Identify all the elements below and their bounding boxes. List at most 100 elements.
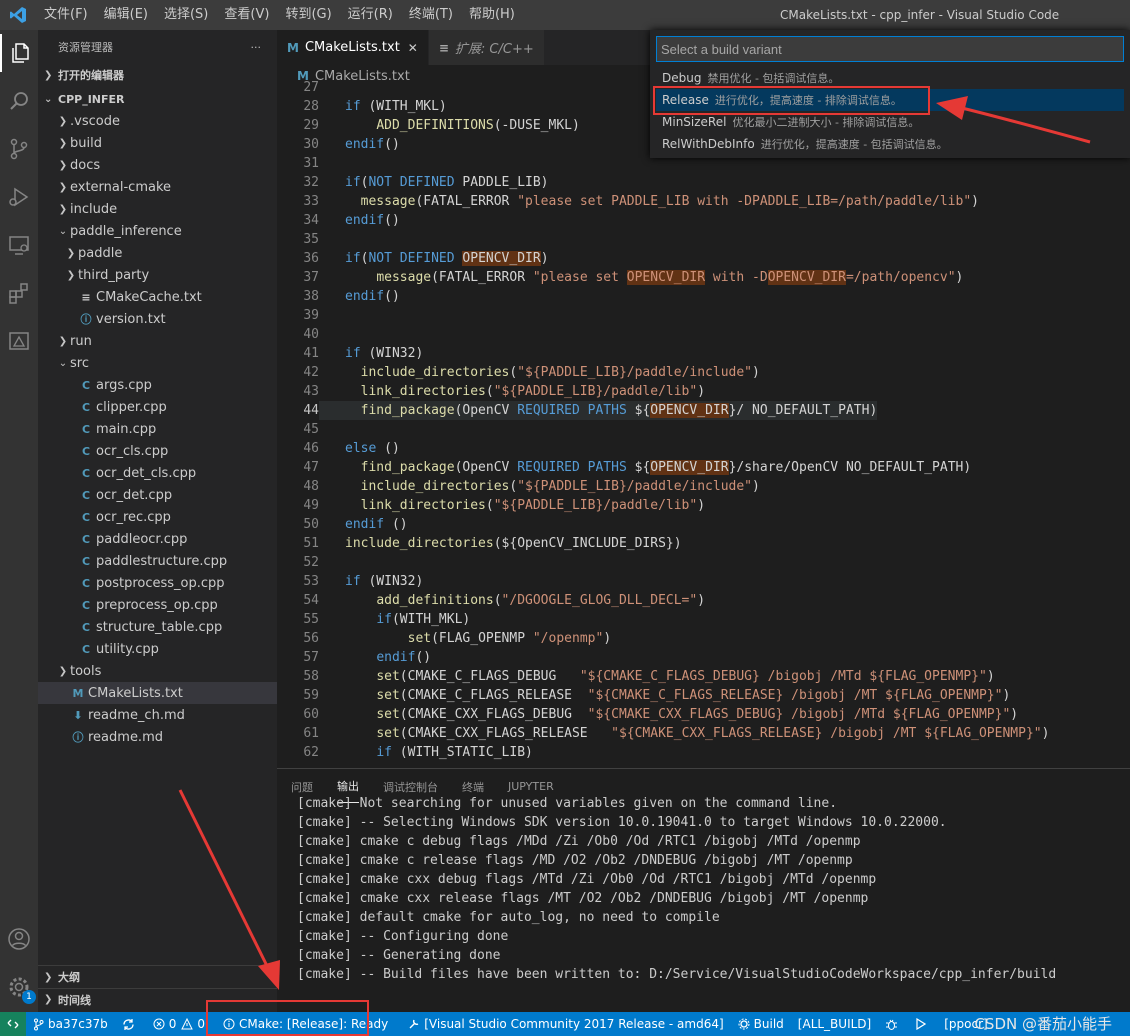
open-editors-section[interactable]: ❯ 打开的编辑器: [38, 64, 277, 86]
code-line[interactable]: 60 set(CMAKE_CXX_FLAGS_DEBUG "${CMAKE_CX…: [277, 705, 1130, 724]
tree-item[interactable]: Cpostprocess_op.cpp: [38, 572, 277, 594]
tree-item[interactable]: ⓘ readme.md: [38, 726, 277, 748]
menu-item[interactable]: 文件(F): [36, 0, 96, 30]
accounts-icon[interactable]: [0, 920, 38, 958]
code-line[interactable]: 46 else (): [277, 439, 1130, 458]
cmake-icon[interactable]: [0, 322, 38, 360]
tree-item[interactable]: ❯ tools: [38, 660, 277, 682]
problems-item[interactable]: 0 0: [146, 1017, 212, 1031]
menu-item[interactable]: 终端(T): [401, 0, 461, 30]
manage-gear-icon[interactable]: 1: [0, 968, 38, 1006]
tree-item[interactable]: Cpaddlestructure.cpp: [38, 550, 277, 572]
tree-item[interactable]: Cargs.cpp: [38, 374, 277, 396]
sync-icon[interactable]: [115, 1018, 146, 1031]
tree-item[interactable]: M CMakeLists.txt: [38, 682, 277, 704]
tree-item[interactable]: ❯ paddle: [38, 242, 277, 264]
menu-item[interactable]: 查看(V): [216, 0, 277, 30]
code-line[interactable]: 44 find_package(OpenCV REQUIRED PATHS ${…: [277, 401, 1130, 420]
search-icon[interactable]: [0, 82, 38, 120]
tree-item[interactable]: Cutility.cpp: [38, 638, 277, 660]
tree-item[interactable]: ❯ docs: [38, 154, 277, 176]
build-variant-option[interactable]: RelWithDebInfo 进行优化，提高速度 - 包括调试信息。: [656, 133, 1124, 155]
code-line[interactable]: 43 link_directories("${PADDLE_LIB}/paddl…: [277, 382, 1130, 401]
tree-item[interactable]: ⌄ src: [38, 352, 277, 374]
tree-item[interactable]: Cocr_det_cls.cpp: [38, 462, 277, 484]
code-line[interactable]: 39: [277, 306, 1130, 325]
code-line[interactable]: 36 if(NOT DEFINED OPENCV_DIR): [277, 249, 1130, 268]
cmake-kit-item[interactable]: [Visual Studio Community 2017 Release - …: [401, 1017, 730, 1031]
menu-item[interactable]: 帮助(H): [461, 0, 523, 30]
build-item[interactable]: Build: [731, 1017, 791, 1031]
code-line[interactable]: 54 add_definitions("/DGOOGLE_GLOG_DLL_DE…: [277, 591, 1130, 610]
code-line[interactable]: 41 if (WIN32): [277, 344, 1130, 363]
code-line[interactable]: 32 if(NOT DEFINED PADDLE_LIB): [277, 173, 1130, 192]
tab-cpp-extension[interactable]: ≡ 扩展: C/C++: [428, 30, 545, 65]
code-line[interactable]: 49 link_directories("${PADDLE_LIB}/paddl…: [277, 496, 1130, 515]
code-line[interactable]: 45: [277, 420, 1130, 439]
tree-item[interactable]: ⓘ version.txt: [38, 308, 277, 330]
tree-item[interactable]: ❯ build: [38, 132, 277, 154]
tree-item[interactable]: Cocr_cls.cpp: [38, 440, 277, 462]
output-line: [cmake] cmake c release flags /MD /O2 /O…: [297, 853, 853, 868]
code-line[interactable]: 48 include_directories("${PADDLE_LIB}/pa…: [277, 477, 1130, 496]
remote-indicator-icon[interactable]: [0, 1012, 26, 1036]
workspace-section[interactable]: ⌄ CPP_INFER: [38, 88, 277, 110]
code-line[interactable]: 57 endif(): [277, 648, 1130, 667]
menu-item[interactable]: 编辑(E): [96, 0, 156, 30]
code-line[interactable]: 33 message(FATAL_ERROR "please set PADDL…: [277, 192, 1130, 211]
tree-item[interactable]: ❯ include: [38, 198, 277, 220]
code-line[interactable]: 59 set(CMAKE_C_FLAGS_RELEASE "${CMAKE_C_…: [277, 686, 1130, 705]
code-line[interactable]: 37 message(FATAL_ERROR "please set OPENC…: [277, 268, 1130, 287]
code-line[interactable]: 35: [277, 230, 1130, 249]
code-line[interactable]: 55 if(WITH_MKL): [277, 610, 1130, 629]
remote-explorer-icon[interactable]: [0, 226, 38, 264]
close-icon[interactable]: ✕: [408, 41, 418, 55]
code-line[interactable]: 50 endif (): [277, 515, 1130, 534]
menu-item[interactable]: 运行(R): [340, 0, 401, 30]
tree-item[interactable]: ≡ CMakeCache.txt: [38, 286, 277, 308]
code-line[interactable]: 34 endif(): [277, 211, 1130, 230]
code-line[interactable]: 47 find_package(OpenCV REQUIRED PATHS ${…: [277, 458, 1130, 477]
tree-item[interactable]: Cocr_rec.cpp: [38, 506, 277, 528]
branch-item[interactable]: ba37c37b: [26, 1017, 115, 1031]
debug-bug-icon[interactable]: [878, 1018, 909, 1031]
output-log[interactable]: [cmake] Not searching for unused variabl…: [277, 794, 1130, 984]
tree-item[interactable]: Cpaddleocr.cpp: [38, 528, 277, 550]
tree-item[interactable]: Cocr_det.cpp: [38, 484, 277, 506]
code-line[interactable]: 61 set(CMAKE_CXX_FLAGS_RELEASE "${CMAKE_…: [277, 724, 1130, 743]
code-line[interactable]: 38 endif(): [277, 287, 1130, 306]
tree-item[interactable]: Cpreprocess_op.cpp: [38, 594, 277, 616]
tree-item[interactable]: ❯ run: [38, 330, 277, 352]
code-editor[interactable]: 27 28 if (WITH_MKL) 29 ADD_DEFINITIONS(-DUS…: [277, 78, 1130, 762]
tree-item[interactable]: ❯ .vscode: [38, 110, 277, 132]
tree-item[interactable]: ❯ third_party: [38, 264, 277, 286]
tab-cmakelists[interactable]: M CMakeLists.txt ✕: [277, 30, 429, 65]
menu-item[interactable]: 转到(G): [277, 0, 339, 30]
tree-item[interactable]: Cstructure_table.cpp: [38, 616, 277, 638]
more-actions-icon[interactable]: ···: [251, 41, 262, 54]
code-text: message(FATAL_ERROR "please set OPENCV_D…: [376, 270, 964, 285]
code-line[interactable]: 51 include_directories(${OpenCV_INCLUDE_D…: [277, 534, 1130, 553]
code-line[interactable]: 56 set(FLAG_OPENMP "/openmp"): [277, 629, 1130, 648]
tree-item[interactable]: Cmain.cpp: [38, 418, 277, 440]
code-line[interactable]: 42 include_directories("${PADDLE_LIB}/pa…: [277, 363, 1130, 382]
build-variant-input[interactable]: [656, 36, 1124, 62]
code-line[interactable]: 62 if (WITH_STATIC_LIB): [277, 743, 1130, 762]
source-control-icon[interactable]: [0, 130, 38, 168]
code-line[interactable]: 40: [277, 325, 1130, 344]
build-target-item[interactable]: [ALL_BUILD]: [791, 1017, 878, 1031]
outline-section[interactable]: ❯ 大纲: [38, 966, 277, 988]
launch-play-icon[interactable]: [909, 1018, 937, 1030]
extensions-icon[interactable]: [0, 274, 38, 312]
tree-item[interactable]: ⬇ readme_ch.md: [38, 704, 277, 726]
tree-item[interactable]: Cclipper.cpp: [38, 396, 277, 418]
tree-item[interactable]: ❯ external-cmake: [38, 176, 277, 198]
menu-item[interactable]: 选择(S): [156, 0, 216, 30]
code-line[interactable]: 52: [277, 553, 1130, 572]
code-line[interactable]: 53 if (WIN32): [277, 572, 1130, 591]
explorer-icon[interactable]: [0, 34, 38, 72]
run-debug-icon[interactable]: [0, 178, 38, 216]
tree-item[interactable]: ⌄ paddle_inference: [38, 220, 277, 242]
code-line[interactable]: 58 set(CMAKE_C_FLAGS_DEBUG "${CMAKE_C_FL…: [277, 667, 1130, 686]
code-text: ADD_DEFINITIONS(-DUSE_MKL): [376, 118, 580, 133]
